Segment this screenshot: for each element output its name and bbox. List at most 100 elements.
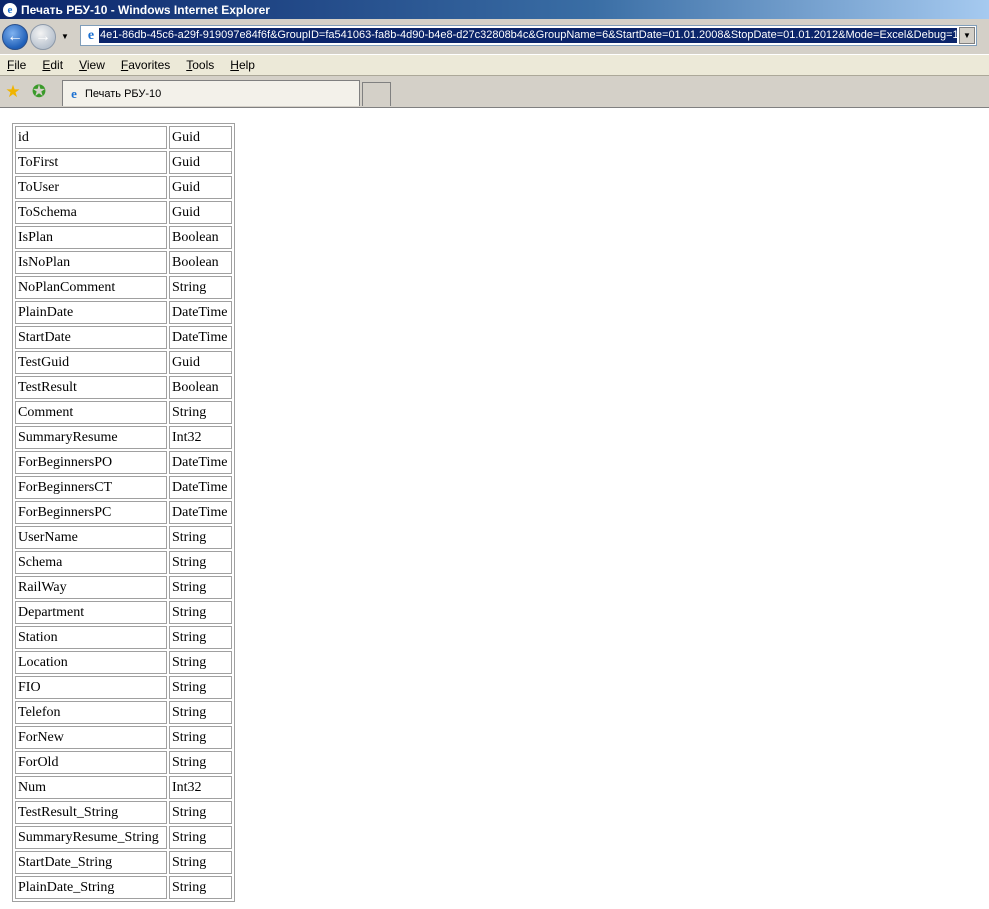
recent-pages-dropdown[interactable]: ▼ (59, 32, 71, 41)
field-name-cell: ToFirst (15, 151, 167, 174)
table-row: ForBeginnersCT DateTime (15, 476, 232, 499)
table-row: ToFirst Guid (15, 151, 232, 174)
table-row: ForBeginnersPO DateTime (15, 451, 232, 474)
add-favorites-icon[interactable]: ✪ (30, 83, 48, 101)
address-input[interactable]: 4e1-86db-45c6-a29f-919097e84f6f&GroupID=… (99, 28, 957, 43)
field-name-cell: TestResult (15, 376, 167, 399)
back-arrow-icon: ← (7, 27, 23, 45)
table-row: TestResult_String String (15, 801, 232, 824)
page-content: id Guid ToFirst Guid ToUser Guid ToSchema Guid I… (0, 109, 989, 909)
menu-view[interactable]: View (74, 58, 110, 72)
field-name-cell: Station (15, 626, 167, 649)
field-type-cell: DateTime (169, 476, 232, 499)
table-row: NoPlanComment String (15, 276, 232, 299)
field-name-cell: StartDate_String (15, 851, 167, 874)
table-row: Department String (15, 601, 232, 624)
field-name-cell: Comment (15, 401, 167, 424)
field-type-cell: String (169, 801, 232, 824)
field-type-cell: Int32 (169, 776, 232, 799)
field-type-cell: Guid (169, 201, 232, 224)
field-type-cell: String (169, 551, 232, 574)
field-name-cell: NoPlanComment (15, 276, 167, 299)
ie-logo-icon: e (3, 2, 17, 17)
table-row: TestResult Boolean (15, 376, 232, 399)
forward-button[interactable]: → (30, 23, 56, 50)
table-row: Schema String (15, 551, 232, 574)
field-type-cell: DateTime (169, 326, 232, 349)
field-name-cell: ForBeginnersCT (15, 476, 167, 499)
field-type-cell: Boolean (169, 251, 232, 274)
field-type-cell: Int32 (169, 426, 232, 449)
tab-current[interactable]: e Печать РБУ-10 (62, 80, 360, 106)
table-row: IsPlan Boolean (15, 226, 232, 249)
field-name-cell: StartDate (15, 326, 167, 349)
table-row: Num Int32 (15, 776, 232, 799)
field-name-cell: IsPlan (15, 226, 167, 249)
table-row: StartDate DateTime (15, 326, 232, 349)
table-row: IsNoPlan Boolean (15, 251, 232, 274)
chevron-down-icon: ▼ (963, 31, 971, 40)
ie-page-icon: e (71, 85, 77, 101)
field-type-cell: String (169, 826, 232, 849)
field-type-cell: String (169, 651, 232, 674)
table-row: Comment String (15, 401, 232, 424)
table-row: FIO String (15, 676, 232, 699)
table-row: Station String (15, 626, 232, 649)
address-dropdown-button[interactable]: ▼ (959, 27, 975, 44)
field-name-cell: Telefon (15, 701, 167, 724)
table-row: TestGuid Guid (15, 351, 232, 374)
menu-tools[interactable]: Tools (181, 58, 219, 72)
field-name-cell: id (15, 126, 167, 149)
field-name-cell: Num (15, 776, 167, 799)
field-name-cell: SummaryResume_String (15, 826, 167, 849)
field-type-cell: String (169, 601, 232, 624)
field-name-cell: Schema (15, 551, 167, 574)
new-tab-button[interactable] (362, 82, 391, 106)
field-type-cell: String (169, 526, 232, 549)
table-row: SummaryResume_String String (15, 826, 232, 849)
table-row: UserName String (15, 526, 232, 549)
menu-favorites[interactable]: Favorites (116, 58, 175, 72)
field-type-cell: String (169, 276, 232, 299)
field-name-cell: ForBeginnersPO (15, 451, 167, 474)
field-type-cell: String (169, 401, 232, 424)
field-name-cell: Location (15, 651, 167, 674)
table-row: ForBeginnersPC DateTime (15, 501, 232, 524)
title-bar: e Печать РБУ-10 - Windows Internet Explo… (0, 0, 989, 19)
table-row: StartDate_String String (15, 851, 232, 874)
navigation-bar: ← → ▼ e 4e1-86db-45c6-a29f-919097e84f6f&… (0, 19, 989, 54)
favorites-star-icon[interactable]: ★ (4, 83, 22, 101)
field-type-cell: String (169, 876, 232, 899)
field-name-cell: RailWay (15, 576, 167, 599)
field-name-cell: PlainDate (15, 301, 167, 324)
table-row: id Guid (15, 126, 232, 149)
favorites-tab-bar: ★ ✪ e Печать РБУ-10 (0, 76, 989, 108)
field-name-cell: UserName (15, 526, 167, 549)
menu-edit[interactable]: Edit (37, 58, 68, 72)
field-name-cell: PlainDate_String (15, 876, 167, 899)
schema-table: id Guid ToFirst Guid ToUser Guid ToSchema Guid I… (12, 123, 235, 902)
page-icon: e (87, 27, 95, 43)
table-row: PlainDate_String String (15, 876, 232, 899)
table-row: SummaryResume Int32 (15, 426, 232, 449)
field-name-cell: ToUser (15, 176, 167, 199)
table-row: Location String (15, 651, 232, 674)
window-title: Печать РБУ-10 - Windows Internet Explore… (21, 2, 270, 17)
field-name-cell: TestGuid (15, 351, 167, 374)
field-type-cell: String (169, 701, 232, 724)
table-row: RailWay String (15, 576, 232, 599)
menu-bar: File Edit View Favorites Tools Help (0, 54, 989, 76)
field-name-cell: FIO (15, 676, 167, 699)
field-name-cell: ForOld (15, 751, 167, 774)
address-bar[interactable]: e 4e1-86db-45c6-a29f-919097e84f6f&GroupI… (80, 25, 977, 46)
field-name-cell: TestResult_String (15, 801, 167, 824)
menu-help[interactable]: Help (225, 58, 260, 72)
table-row: ToUser Guid (15, 176, 232, 199)
table-row: ToSchema Guid (15, 201, 232, 224)
table-row: PlainDate DateTime (15, 301, 232, 324)
back-button[interactable]: ← (2, 23, 28, 50)
menu-file[interactable]: File (2, 58, 31, 72)
field-name-cell: Department (15, 601, 167, 624)
field-type-cell: Boolean (169, 376, 232, 399)
field-type-cell: Guid (169, 176, 232, 199)
